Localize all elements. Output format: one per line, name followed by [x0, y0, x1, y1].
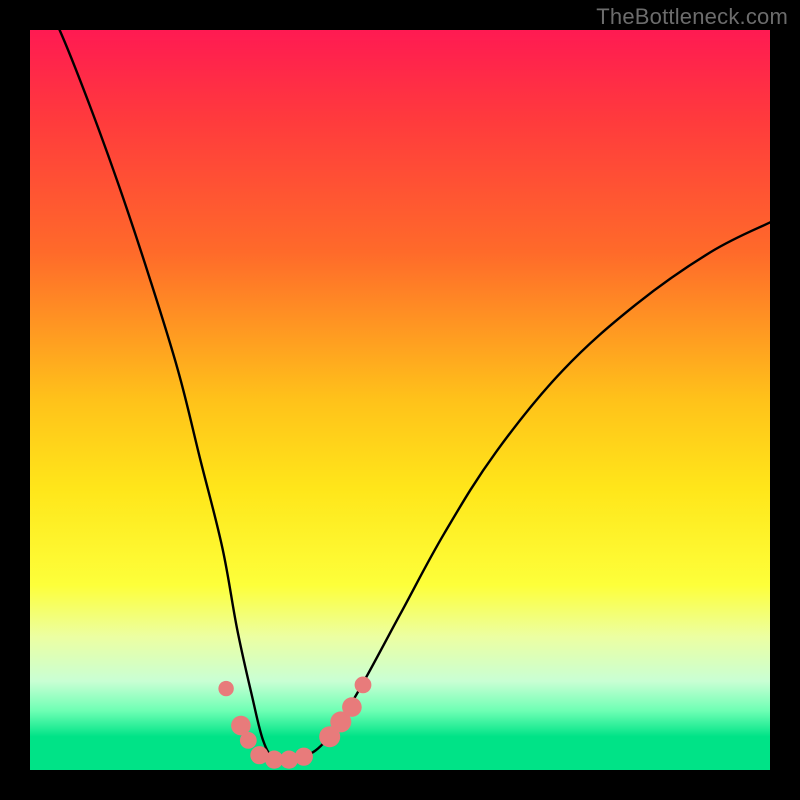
curve-marker [240, 732, 257, 749]
curve-marker [355, 677, 372, 694]
plot-background [30, 30, 770, 770]
curve-marker [342, 697, 362, 717]
curve-marker [295, 748, 313, 766]
bottleneck-chart [0, 0, 800, 800]
curve-marker [218, 681, 233, 696]
chart-frame: TheBottleneck.com [0, 0, 800, 800]
